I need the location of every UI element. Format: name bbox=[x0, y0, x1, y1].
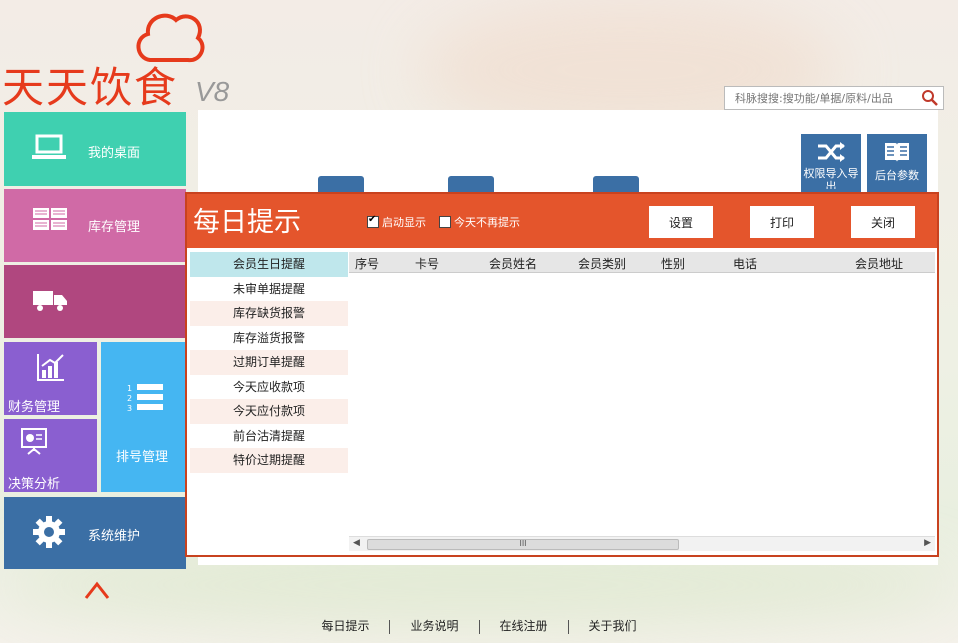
search-box[interactable] bbox=[724, 86, 944, 110]
no-more-today-checkbox[interactable]: 今天不再提示 bbox=[439, 214, 520, 230]
tile-inventory-label: 库存管理 bbox=[88, 220, 141, 235]
svg-text:2: 2 bbox=[127, 394, 132, 403]
column-header[interactable]: 性别 bbox=[661, 255, 685, 272]
brand-logo: 天天饮食 bbox=[2, 63, 179, 112]
menu-item-unaudited[interactable]: 未审单据提醒 bbox=[190, 277, 348, 302]
tile-inventory[interactable]: 库存管理 bbox=[4, 189, 186, 262]
close-button[interactable]: 关闭 bbox=[851, 206, 915, 238]
show-on-start-checkbox[interactable]: 启动显示 bbox=[367, 214, 426, 230]
backend-params-label: 后台参数 bbox=[875, 169, 919, 182]
scroll-left-icon[interactable]: ◀ bbox=[353, 538, 360, 548]
desktop-shortcut-icon[interactable] bbox=[318, 176, 364, 192]
gear-icon bbox=[33, 516, 65, 548]
settings-button[interactable]: 设置 bbox=[649, 206, 713, 238]
book-icon bbox=[885, 143, 909, 162]
chart-growth-icon bbox=[37, 354, 64, 381]
table-header: 序号 卡号 会员姓名 会员类别 性别 电话 会员地址 bbox=[349, 252, 935, 273]
svg-text:3: 3 bbox=[127, 404, 132, 413]
checkbox-unchecked-icon[interactable] bbox=[439, 216, 451, 228]
brand-version: V8 bbox=[195, 76, 230, 107]
permission-guide-tile[interactable]: 权限导入导出 bbox=[801, 134, 861, 192]
column-header[interactable]: 卡号 bbox=[415, 255, 439, 272]
menu-item-soldout[interactable]: 前台沽清提醒 bbox=[190, 424, 348, 449]
footer-nav: 每日提示 业务说明 在线注册 关于我们 bbox=[0, 617, 958, 643]
collapse-up-icon[interactable] bbox=[84, 580, 110, 600]
tile-decision-label: 决策分析 bbox=[8, 477, 61, 492]
desktop-shortcut-icon[interactable] bbox=[448, 176, 494, 192]
menu-item-stock-shortage[interactable]: 库存缺货报警 bbox=[190, 301, 348, 326]
numbered-list-icon: 1 2 3 bbox=[127, 384, 163, 413]
scroll-right-icon[interactable]: ▶ bbox=[924, 538, 931, 548]
column-header[interactable]: 序号 bbox=[355, 255, 379, 272]
shuffle-icon bbox=[818, 142, 845, 162]
search-input[interactable] bbox=[725, 87, 920, 109]
menu-item-special-price-expiry[interactable]: 特价过期提醒 bbox=[190, 448, 348, 473]
column-header[interactable]: 会员姓名 bbox=[489, 255, 537, 272]
backend-params-tile[interactable]: 后台参数 bbox=[867, 134, 927, 192]
presentation-icon bbox=[21, 428, 47, 455]
print-button[interactable]: 打印 bbox=[750, 206, 814, 238]
permission-guide-label: 权限导入导出 bbox=[803, 167, 859, 189]
column-header[interactable]: 电话 bbox=[733, 255, 757, 272]
menu-item-receivables[interactable]: 今天应收款项 bbox=[190, 375, 348, 400]
show-on-start-label: 启动显示 bbox=[382, 216, 426, 229]
footer-link-daily-tips[interactable]: 每日提示 bbox=[301, 619, 389, 633]
tile-finance[interactable]: 财务管理 bbox=[4, 342, 97, 415]
truck-icon bbox=[33, 291, 67, 311]
dialog-header: 每日提示 启动显示 今天不再提示 设置 打印 关闭 bbox=[187, 194, 937, 248]
desktop-shortcut-icon[interactable] bbox=[593, 176, 639, 192]
tips-menu: 会员生日提醒 未审单据提醒 库存缺货报警 库存溢货报警 过期订单提醒 今天应收款… bbox=[190, 252, 348, 473]
footer-link-about[interactable]: 关于我们 bbox=[569, 619, 657, 633]
checkbox-checked-icon[interactable] bbox=[367, 214, 379, 228]
menu-item-stock-overflow[interactable]: 库存溢货报警 bbox=[190, 326, 348, 351]
tile-decision[interactable]: 决策分析 bbox=[4, 419, 97, 492]
tile-delivery[interactable] bbox=[4, 265, 186, 338]
warehouse-icon bbox=[33, 208, 67, 230]
menu-item-payables[interactable]: 今天应付款项 bbox=[190, 399, 348, 424]
laptop-icon bbox=[32, 134, 66, 159]
tile-queue[interactable]: 1 2 3 排号管理 bbox=[101, 342, 186, 492]
no-more-today-label: 今天不再提示 bbox=[454, 216, 520, 229]
tile-queue-label: 排号管理 bbox=[116, 450, 169, 465]
column-header[interactable]: 会员类别 bbox=[578, 255, 626, 272]
tile-system[interactable]: 系统维护 bbox=[4, 497, 186, 569]
svg-text:1: 1 bbox=[127, 384, 132, 393]
menu-item-expired-orders[interactable]: 过期订单提醒 bbox=[190, 350, 348, 375]
tile-my-desktop[interactable]: 我的桌面 bbox=[4, 112, 186, 186]
daily-tips-dialog: 每日提示 启动显示 今天不再提示 设置 打印 关闭 会员生日提醒 未审单据提醒 … bbox=[185, 192, 939, 557]
tile-finance-label: 财务管理 bbox=[8, 400, 61, 415]
horizontal-scrollbar[interactable]: ◀ III ▶ bbox=[349, 536, 935, 551]
scroll-thumb[interactable]: III bbox=[367, 539, 679, 550]
menu-item-member-birthday[interactable]: 会员生日提醒 bbox=[190, 252, 348, 277]
footer-link-business[interactable]: 业务说明 bbox=[390, 619, 478, 633]
footer-link-register[interactable]: 在线注册 bbox=[480, 619, 568, 633]
tile-system-label: 系统维护 bbox=[88, 529, 141, 544]
dialog-title: 每日提示 bbox=[193, 207, 301, 238]
tile-my-desktop-label: 我的桌面 bbox=[88, 146, 141, 161]
column-header[interactable]: 会员地址 bbox=[855, 255, 903, 272]
search-icon[interactable] bbox=[921, 89, 939, 107]
